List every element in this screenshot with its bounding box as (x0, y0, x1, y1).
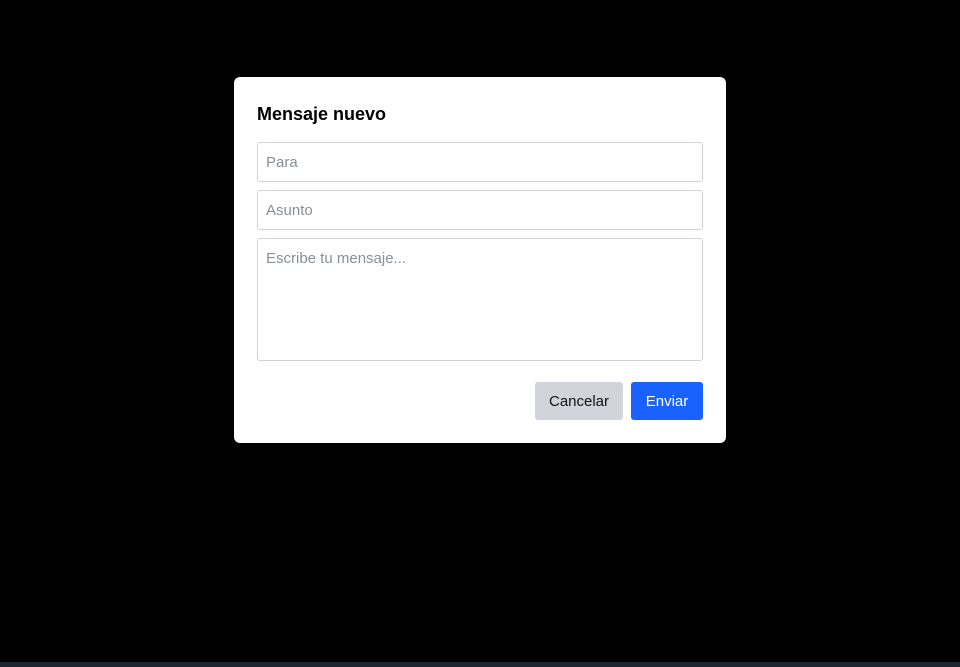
subject-input[interactable] (257, 190, 703, 230)
bottom-edge-strip (0, 662, 960, 667)
message-body-textarea[interactable] (257, 238, 703, 361)
dialog-title: Mensaje nuevo (257, 104, 387, 124)
to-input[interactable] (257, 142, 703, 182)
cancel-button[interactable]: Cancelar (535, 382, 623, 420)
new-message-dialog: Mensaje nuevo Cancelar Enviar (234, 77, 726, 443)
send-button[interactable]: Enviar (631, 382, 703, 420)
